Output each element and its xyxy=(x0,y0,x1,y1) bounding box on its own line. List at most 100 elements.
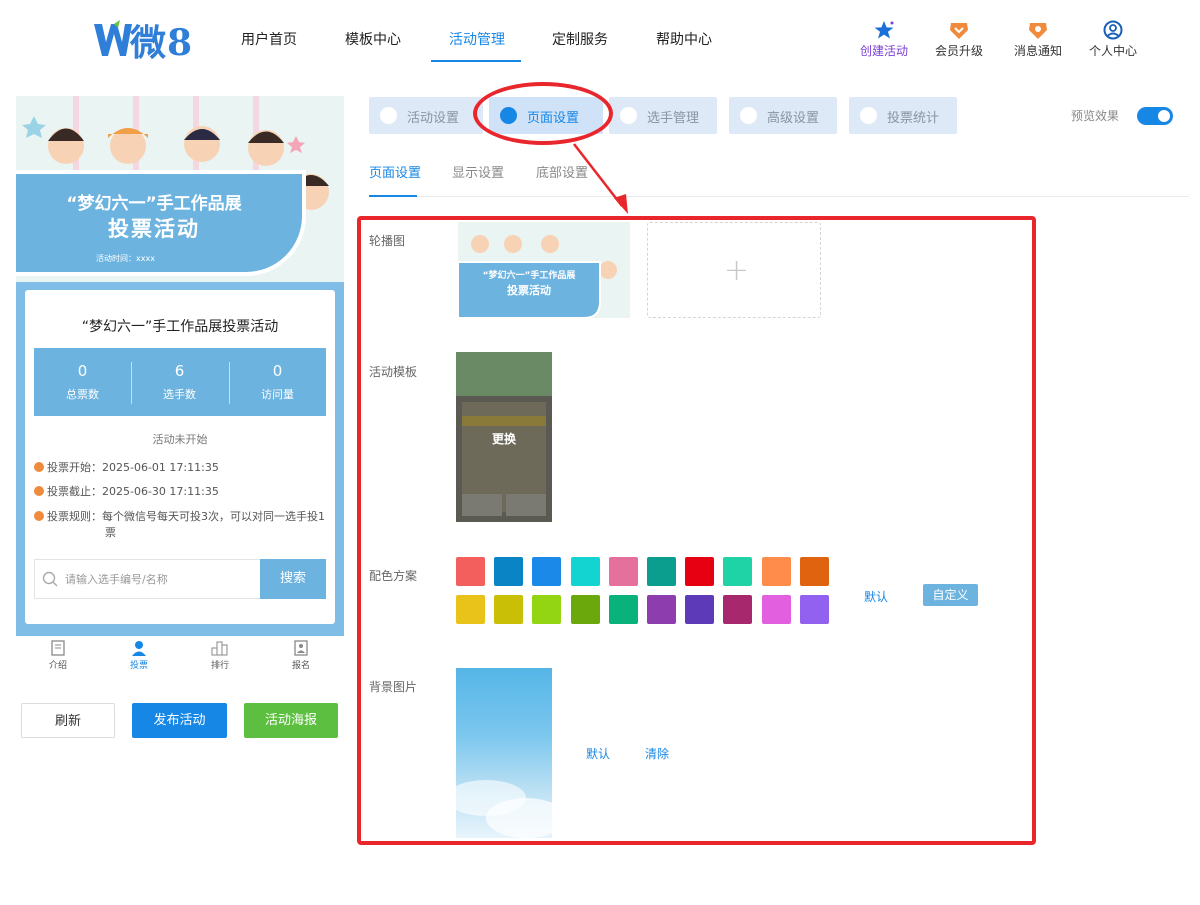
color-swatch[interactable] xyxy=(494,557,524,586)
color-swatch[interactable] xyxy=(608,557,638,586)
stats-icon xyxy=(860,107,877,124)
activity-poster-button[interactable]: 活动海报 xyxy=(244,703,338,738)
nav-custom-service[interactable]: 定制服务 xyxy=(552,29,608,49)
color-swatch[interactable] xyxy=(647,557,676,586)
notifications-button[interactable]: 消息通知 xyxy=(1008,20,1068,59)
banner-title-line1: “梦幻六一”手工作品展 xyxy=(66,194,242,214)
carousel-image[interactable]: “梦幻六一”手工作品展 投票活动 xyxy=(458,222,630,318)
color-swatch[interactable] xyxy=(723,595,753,624)
signup-icon xyxy=(294,640,308,656)
banner-title-line2: 投票活动 xyxy=(108,217,200,241)
bell-badge-icon xyxy=(1029,23,1047,39)
color-swatch[interactable] xyxy=(685,557,715,586)
top-header: 微8 用户首页 模板中心 活动管理 定制服务 帮助中心 创建活动 会员升级 消息… xyxy=(0,0,1200,78)
notifications-label: 消息通知 xyxy=(1013,44,1062,58)
color-swatch[interactable] xyxy=(532,595,562,624)
tab-label: 投票统计 xyxy=(887,111,940,126)
banner-time: 活动时间：xxxx xyxy=(96,254,155,263)
stat-label: 访问量 xyxy=(261,388,294,401)
ranking-icon xyxy=(211,641,228,656)
vip-upgrade-label: 会员升级 xyxy=(934,44,983,58)
nav-activity-management[interactable]: 活动管理 xyxy=(449,29,505,49)
preview-banner: “梦幻六一”手工作品展 投票活动 活动时间：xxxx xyxy=(16,96,344,286)
preview-toggle-label: 预览效果 xyxy=(1071,109,1120,123)
vote-end-text: 投票截止：2025-06-30 17:11:35 xyxy=(47,485,219,498)
background-clear-button[interactable]: 清除 xyxy=(645,745,669,762)
vote-end-info: 投票截止：2025-06-30 17:11:35 xyxy=(34,484,219,500)
toggle-knob xyxy=(1158,110,1170,122)
color-swatch[interactable] xyxy=(647,595,676,624)
mobile-preview: “梦幻六一”手工作品展 投票活动 活动时间：xxxx “梦幻六一”手工作品展投票… xyxy=(16,96,344,676)
subtab-page-settings[interactable]: 页面设置 xyxy=(369,162,421,181)
tab-label: 活动设置 xyxy=(407,111,460,126)
refresh-button[interactable]: 刷新 xyxy=(21,703,115,738)
tab-intro-label: 介绍 xyxy=(48,661,67,671)
tab-ranking-label: 排行 xyxy=(210,661,229,671)
subtab-active-underline xyxy=(369,195,417,197)
search-button[interactable]: 搜索 xyxy=(260,559,326,599)
color-swatch[interactable] xyxy=(494,595,524,624)
nav-home[interactable]: 用户首页 xyxy=(241,29,297,49)
color-swatch[interactable] xyxy=(685,595,715,624)
background-label: 背景图片 xyxy=(369,680,418,694)
tab-ranking[interactable]: 排行 xyxy=(200,640,240,671)
color-swatch[interactable] xyxy=(456,595,485,624)
background-thumbnail[interactable] xyxy=(446,668,566,838)
color-default-button[interactable]: 默认 xyxy=(864,588,888,605)
nav-active-underline xyxy=(431,60,521,62)
color-swatch[interactable] xyxy=(608,595,638,624)
color-swatch[interactable] xyxy=(761,595,791,624)
carousel-title-line1: “梦幻六一”手工作品展 xyxy=(482,271,576,281)
color-swatch[interactable] xyxy=(456,557,485,586)
plus-icon: + xyxy=(724,253,750,288)
background-default-button[interactable]: 默认 xyxy=(586,745,610,762)
preview-toggle[interactable] xyxy=(1137,107,1173,125)
nav-help[interactable]: 帮助中心 xyxy=(656,29,712,49)
tab-signup[interactable]: 报名 xyxy=(281,640,321,671)
vote-rule-text: 投票规则：每个微信号每天可投3次，可以对同一选手投1票 xyxy=(47,510,325,539)
tab-vote[interactable]: 投票 xyxy=(119,640,159,671)
stat-total-votes: 0 总票数 xyxy=(34,362,131,402)
tab-label: 选手管理 xyxy=(647,111,700,126)
color-swatch[interactable] xyxy=(761,557,791,586)
tab-vote-stats[interactable]: 投票统计 xyxy=(849,97,957,134)
brand-name: 微8 xyxy=(130,22,194,64)
create-activity-button[interactable]: 创建活动 xyxy=(854,20,914,59)
color-swatch[interactable] xyxy=(570,595,600,624)
stat-label: 总票数 xyxy=(66,388,99,401)
stat-label: 选手数 xyxy=(163,388,196,401)
nav-templates[interactable]: 模板中心 xyxy=(345,29,401,49)
color-swatch[interactable] xyxy=(799,595,829,624)
vote-start-info: 投票开始：2025-06-01 17:11:35 xyxy=(34,460,219,476)
carousel-title-line2: 投票活动 xyxy=(507,284,551,297)
tab-advanced-settings[interactable]: 高级设置 xyxy=(729,97,837,134)
color-swatch[interactable] xyxy=(799,557,829,586)
search-input[interactable] xyxy=(65,568,255,590)
star-icon xyxy=(874,21,894,39)
user-center-button[interactable]: 个人中心 xyxy=(1083,20,1143,59)
activity-title: “梦幻六一”手工作品展投票活动 xyxy=(81,319,279,335)
settings-icon xyxy=(740,107,757,124)
add-carousel-button[interactable]: + xyxy=(647,222,821,318)
tab-page-settings[interactable]: 页面设置 xyxy=(489,97,603,134)
template-thumbnail[interactable]: 更换 xyxy=(456,352,552,522)
stats-panel: 0 总票数 6 选手数 0 访问量 xyxy=(34,348,326,416)
stat-value: 0 xyxy=(77,362,88,380)
color-custom-button[interactable]: 自定义 xyxy=(923,584,978,606)
tab-contestant-management[interactable]: 选手管理 xyxy=(609,97,717,134)
bullet-dot-icon xyxy=(34,486,44,496)
bullet-dot-icon xyxy=(34,511,44,521)
tab-intro[interactable]: 介绍 xyxy=(38,640,78,671)
contestant-search: 搜索 xyxy=(34,559,326,599)
subtab-display-settings[interactable]: 显示设置 xyxy=(452,162,504,181)
tab-label: 页面设置 xyxy=(527,111,580,126)
color-swatch[interactable] xyxy=(570,557,600,586)
color-swatch[interactable] xyxy=(723,557,753,586)
vip-upgrade-button[interactable]: 会员升级 xyxy=(929,20,989,59)
tab-activity-settings[interactable]: 活动设置 xyxy=(369,97,483,134)
activity-card: “梦幻六一”手工作品展投票活动 0 总票数 6 选手数 0 访问量 活动未开始 … xyxy=(25,290,335,624)
publish-activity-button[interactable]: 发布活动 xyxy=(132,703,227,738)
template-change-label: 更换 xyxy=(491,432,516,446)
tab-signup-label: 报名 xyxy=(291,661,310,671)
color-swatch[interactable] xyxy=(532,557,562,586)
